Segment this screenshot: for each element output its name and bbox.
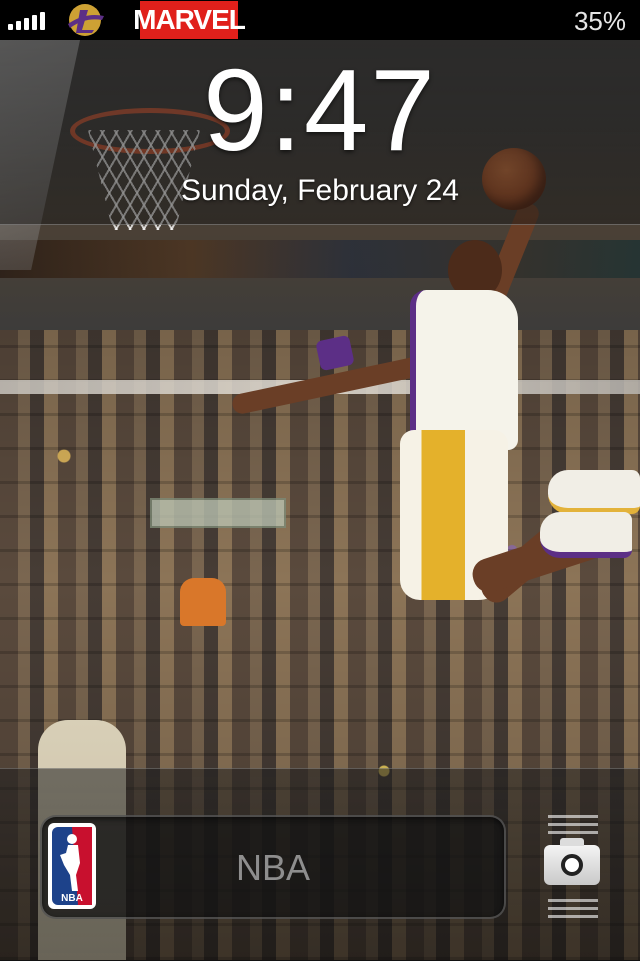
player-jersey (410, 290, 518, 450)
camera-icon[interactable] (544, 838, 600, 885)
battery-percent: 35% (573, 6, 626, 36)
unlock-slider-label: NBA (235, 847, 311, 888)
marvel-logo-icon: MARVEL (133, 1, 246, 39)
camera-grabber[interactable] (540, 811, 606, 921)
status-bar: MARVEL 35% (0, 0, 640, 40)
player-shoe (540, 512, 632, 558)
unlock-bar: NBA NBA (0, 768, 640, 961)
player-shoe (548, 470, 640, 514)
nba-logo-text: NBA (61, 893, 83, 904)
nba-logo-icon: NBA (52, 827, 92, 905)
unlock-slider-knob[interactable]: NBA (48, 823, 96, 909)
player-wristband (315, 334, 355, 372)
clock-panel: 9:47 Sunday, February 24 (0, 40, 640, 225)
clock-date: Sunday, February 24 (181, 174, 459, 207)
unlock-slider-track[interactable]: NBA NBA (40, 815, 506, 919)
signal-strength-icon (8, 12, 45, 30)
lakers-logo-icon (68, 4, 104, 36)
clock-time: 9:47 (203, 45, 437, 175)
